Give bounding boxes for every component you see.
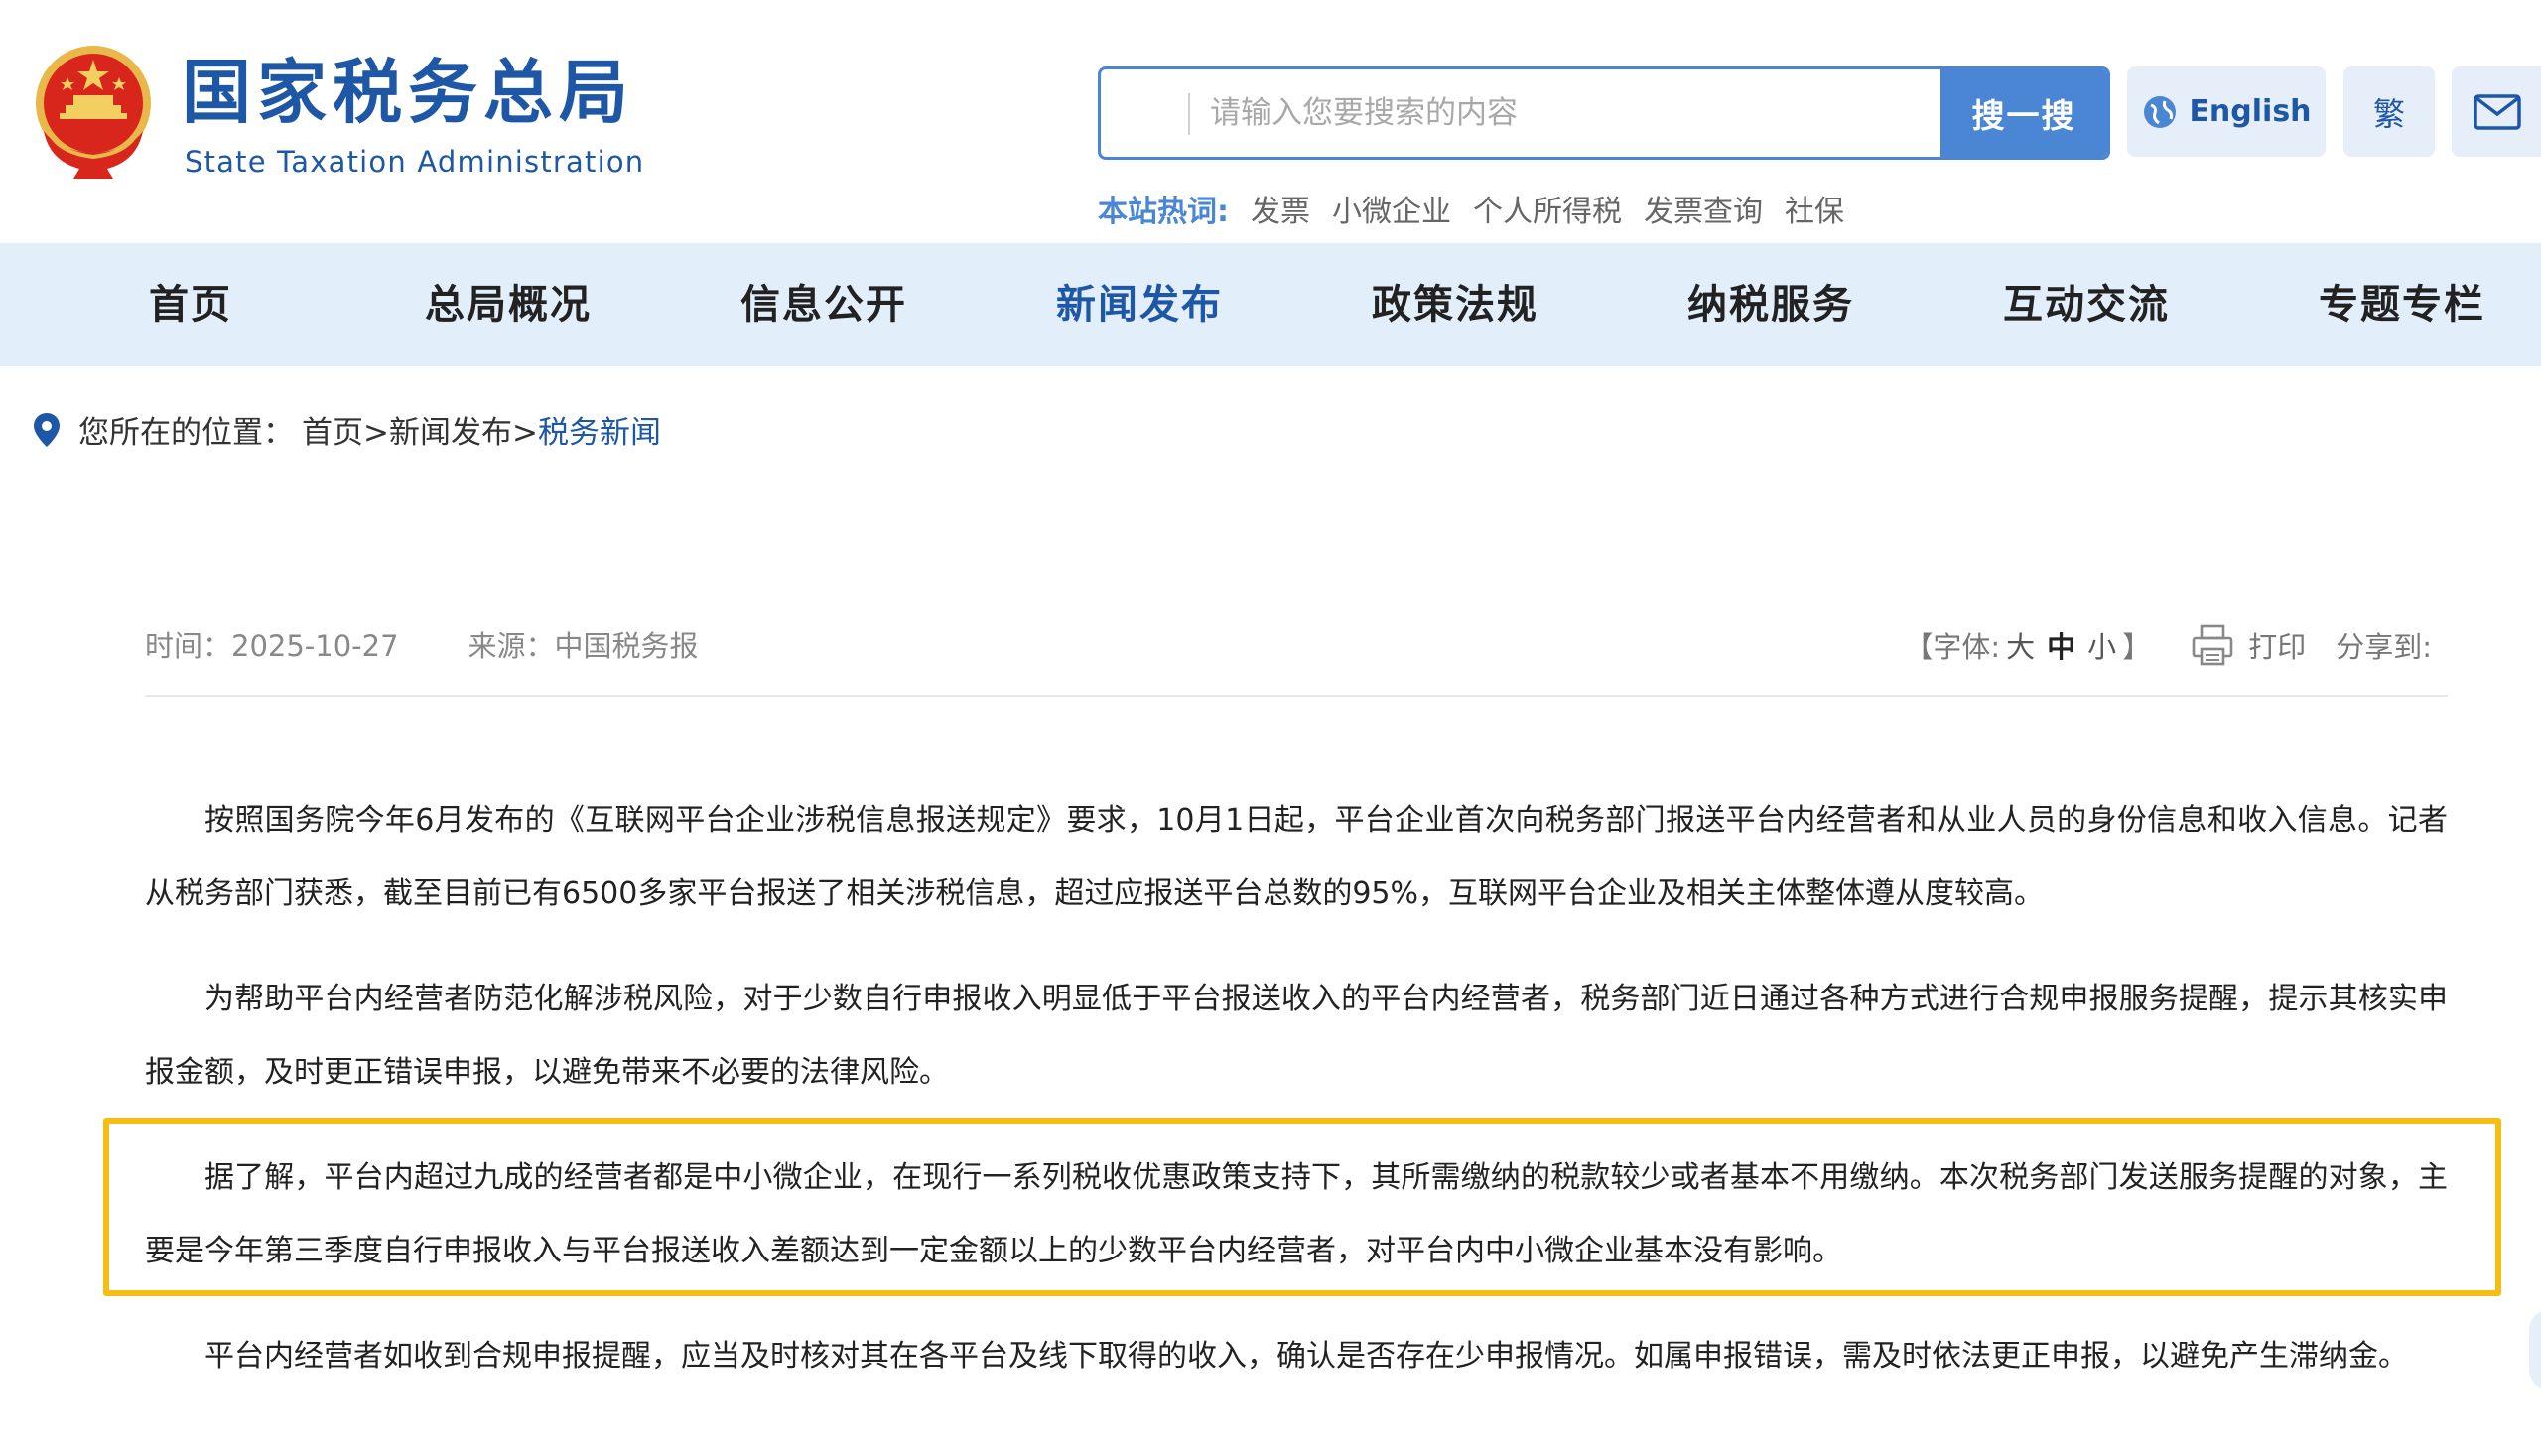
nav-item-info-disclosure[interactable]: 信息公开 — [740, 243, 907, 366]
traditional-chinese-button[interactable]: 繁 — [2343, 66, 2435, 157]
mail-button[interactable] — [2452, 66, 2541, 157]
site-subtitle[interactable]: State Taxation Administration — [185, 145, 644, 179]
font-size-large[interactable]: 大 — [2006, 624, 2035, 666]
search-divider — [1188, 93, 1190, 135]
mail-icon — [2474, 93, 2521, 130]
breadcrumb-path[interactable]: 首页>新闻发布> — [302, 407, 538, 452]
breadcrumb-current[interactable]: 税务新闻 — [538, 407, 661, 452]
nav-item-topics[interactable]: 专题专栏 — [2319, 243, 2485, 366]
english-label: English — [2189, 94, 2312, 129]
nav-item-policy[interactable]: 政策法规 — [1372, 243, 1538, 366]
print-icon[interactable] — [2191, 623, 2234, 667]
highlight-annotation-box — [103, 1118, 2501, 1296]
print-button[interactable]: 打印 — [2248, 624, 2306, 666]
font-size-medium[interactable]: 中 — [2047, 624, 2075, 666]
nav-item-overview[interactable]: 总局概况 — [425, 243, 592, 366]
article-paragraph: 为帮助平台内经营者防范化解涉税风险，对于少数自行申报收入明显低于平台报送收入的平… — [145, 982, 2448, 1090]
site-title[interactable]: 国家税务总局 — [182, 55, 634, 131]
globe-icon — [2144, 95, 2177, 128]
article-paragraph: 按照国务院今年6月发布的《互联网平台企业涉税信息报送规定》要求，10月1日起，平… — [145, 803, 2448, 911]
hot-keyword[interactable]: 社保 — [1785, 187, 1844, 230]
search-button[interactable]: 搜一搜 — [1940, 69, 2107, 157]
search-box: 搜一搜 — [1098, 66, 2110, 160]
hot-keyword[interactable]: 小微企业 — [1332, 187, 1451, 230]
font-size-small[interactable]: 小 — [2087, 624, 2116, 666]
hot-keyword[interactable]: 发票 — [1251, 187, 1310, 230]
hot-keyword[interactable]: 个人所得税 — [1473, 187, 1622, 230]
main-nav: 首页 总局概况 信息公开 新闻发布 政策法规 纳税服务 互动交流 专题专栏 — [0, 243, 2541, 366]
floating-side-tab[interactable] — [2529, 1310, 2541, 1390]
font-size-label: 【字体: — [1904, 630, 2001, 664]
hot-keywords-label: 本站热词: — [1098, 195, 1229, 229]
english-button[interactable]: English — [2127, 66, 2326, 157]
nav-item-interaction[interactable]: 互动交流 — [2003, 243, 2170, 366]
search-input[interactable] — [1210, 69, 1944, 157]
share-label: 分享到: — [2336, 630, 2432, 664]
nav-item-tax-service[interactable]: 纳税服务 — [1687, 243, 1854, 366]
article-paragraph: 平台内经营者如收到合规申报提醒，应当及时核对其在各平台及线下取得的收入，确认是否… — [204, 1339, 2408, 1374]
site-header: 国家税务总局 State Taxation Administration 搜一搜… — [0, 0, 2541, 243]
location-pin-icon — [34, 412, 60, 447]
article-source: 来源：中国税务报 — [468, 629, 699, 663]
font-size-label-close: 】 — [2122, 630, 2152, 664]
nav-item-news[interactable]: 新闻发布 — [1056, 243, 1223, 366]
breadcrumb: 您所在的位置： 首页>新闻发布> 税务新闻 — [33, 407, 661, 452]
publish-time: 时间：2025-10-27 — [145, 629, 399, 663]
article-meta: 时间：2025-10-27 来源：中国税务报 【字体: 大 中 小 】 打印 分… — [145, 623, 2448, 697]
breadcrumb-prefix: 您所在的位置： — [78, 415, 294, 451]
hot-keywords: 本站热词: 发票 小微企业 个人所得税 发票查询 社保 — [1098, 187, 1844, 230]
hot-keyword[interactable]: 发票查询 — [1644, 187, 1763, 230]
national-emblem-icon[interactable] — [30, 42, 157, 181]
nav-item-home[interactable]: 首页 — [149, 243, 232, 366]
